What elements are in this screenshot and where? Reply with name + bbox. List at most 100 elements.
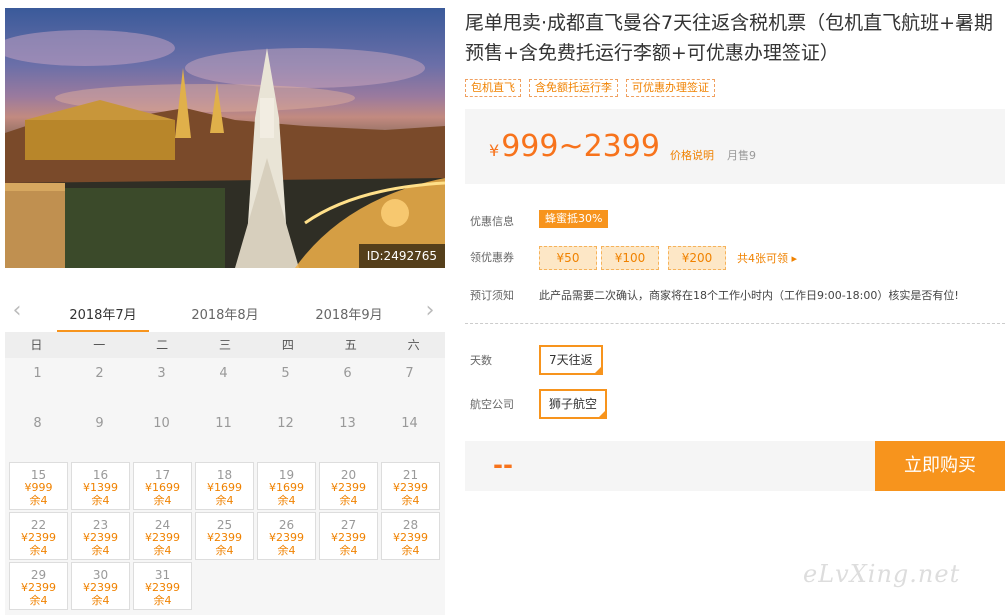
day-number: 30: [92, 568, 109, 582]
calendar-day: 7: [381, 358, 438, 404]
day-price: ¥2399: [21, 581, 56, 594]
calendar-day-available[interactable]: 22 ¥2399 余4: [9, 512, 68, 560]
calendar-day-available[interactable]: 28 ¥2399 余4: [381, 512, 440, 560]
days-label: 天数: [470, 354, 492, 367]
calendar-day-available[interactable]: 21 ¥2399 余4: [381, 462, 440, 510]
airline-option[interactable]: 狮子航空 ✓: [539, 389, 608, 419]
price-value: 999~2399: [501, 129, 660, 164]
days-option-label: 7天往返: [549, 353, 593, 367]
day-stock: 余4: [215, 494, 234, 507]
product-tags: 包机直飞 含免额托运行李 可优惠办理签证: [465, 79, 715, 97]
day-stock: 余4: [401, 544, 420, 557]
calendar-day: 12: [257, 408, 314, 454]
calendar-day-available[interactable]: 17 ¥1699 余4: [133, 462, 192, 510]
calendar-day-available[interactable]: 19 ¥1699 余4: [257, 462, 316, 510]
day-stock: 余4: [339, 544, 358, 557]
day-number: 5: [281, 366, 290, 381]
tab-month-2[interactable]: 2018年8月: [180, 304, 270, 323]
days-option[interactable]: 7天往返 ✓: [539, 345, 603, 375]
tab-month-3[interactable]: 2018年9月: [304, 304, 394, 323]
calendar-day: 3: [133, 358, 190, 404]
next-month-icon[interactable]: ›: [420, 300, 440, 322]
calendar-day-available[interactable]: 15 ¥999 余4: [9, 462, 68, 510]
calendar-day-available[interactable]: 16 ¥1399 余4: [71, 462, 130, 510]
day-stock: 余4: [29, 494, 48, 507]
calendar-month-nav: ‹ 2018年7月 2018年8月 2018年9月 ›: [5, 296, 445, 332]
temple-illustration: [5, 30, 445, 268]
notice-label: 预订须知: [470, 289, 514, 302]
day-price: ¥2399: [21, 531, 56, 544]
weekday-header: 日 一 二 三 四 五 六: [5, 332, 445, 358]
day-stock: 余4: [153, 594, 172, 607]
calendar-day: 13: [319, 408, 376, 454]
day-price: ¥2399: [145, 581, 180, 594]
calendar-day-available[interactable]: 26 ¥2399 余4: [257, 512, 316, 560]
buy-now-button[interactable]: 立即购买: [875, 441, 1005, 491]
day-stock: 余4: [29, 594, 48, 607]
calendar-day-available[interactable]: 25 ¥2399 余4: [195, 512, 254, 560]
price-explanation-link[interactable]: 价格说明: [670, 147, 714, 163]
weekday-label: 三: [219, 338, 232, 352]
check-icon: ✓: [599, 402, 607, 411]
tag-chip: 含免额托运行李: [529, 79, 618, 97]
weekday-label: 二: [156, 338, 169, 352]
day-number: 31: [154, 568, 171, 582]
tag-chip: 可优惠办理签证: [626, 79, 715, 97]
check-icon: ✓: [594, 358, 602, 367]
day-number: 14: [401, 416, 418, 431]
day-number: 10: [153, 416, 170, 431]
tab-month-1[interactable]: 2018年7月: [58, 304, 148, 323]
calendar-day-available[interactable]: 20 ¥2399 余4: [319, 462, 378, 510]
day-price: ¥2399: [145, 531, 180, 544]
prev-month-icon[interactable]: ‹: [7, 300, 27, 322]
day-number: 20: [340, 468, 357, 482]
weekday-label: 六: [407, 338, 420, 352]
calendar-day-available[interactable]: 31 ¥2399 余4: [133, 562, 192, 610]
coupon-100[interactable]: ¥100: [601, 246, 659, 270]
selected-price: --: [493, 451, 513, 479]
day-number: 3: [157, 366, 166, 381]
day-number: 25: [216, 518, 233, 532]
calendar-day: 8: [9, 408, 66, 454]
calendar-day-available[interactable]: 29 ¥2399 余4: [9, 562, 68, 610]
day-number: 6: [343, 366, 352, 381]
day-stock: 余4: [91, 594, 110, 607]
promo-badge: 蜂蜜抵30%: [539, 210, 609, 228]
day-stock: 余4: [401, 494, 420, 507]
day-number: 29: [30, 568, 47, 582]
day-price: ¥2399: [83, 581, 118, 594]
day-number: 4: [219, 366, 228, 381]
calendar-day-available[interactable]: 27 ¥2399 余4: [319, 512, 378, 560]
day-stock: 余4: [153, 494, 172, 507]
day-number: 18: [216, 468, 233, 482]
calendar-day-available[interactable]: 23 ¥2399 余4: [71, 512, 130, 560]
day-number: 13: [339, 416, 356, 431]
notice-text: 此产品需要二次确认，商家将在18个工作小时内（工作日9:00-18:00）核实是…: [539, 289, 959, 302]
day-number: 11: [215, 416, 232, 431]
monthly-sales: 月售9: [727, 149, 756, 162]
day-stock: 余4: [153, 544, 172, 557]
product-title: 尾单甩卖·成都直飞曼谷7天往返含税机票（包机直飞航班+暑期预售+含免费托运行李额…: [465, 12, 994, 64]
coupon-more-link[interactable]: 共4张可领 ▸: [737, 250, 797, 266]
day-price: ¥2399: [83, 531, 118, 544]
day-number: 15: [30, 468, 47, 482]
price-box: ¥999~2399 价格说明 月售9: [465, 109, 1005, 184]
day-number: 2: [95, 366, 104, 381]
day-number: 27: [340, 518, 357, 532]
day-number: 22: [30, 518, 47, 532]
weekday-label: 日: [30, 338, 43, 352]
calendar-grid: 1 2 3 4 5 6 7 8 9 10 11 12 13 14 15 ¥999 余4 16 ¥1399 余4 17 ¥1…: [5, 358, 445, 615]
coupon-50[interactable]: ¥50: [539, 246, 597, 270]
calendar-day: 6: [319, 358, 376, 404]
day-stock: 余4: [91, 544, 110, 557]
day-number: 1: [33, 366, 42, 381]
day-price: ¥1699: [269, 481, 304, 494]
day-number: 26: [278, 518, 295, 532]
calendar-day-available[interactable]: 18 ¥1699 余4: [195, 462, 254, 510]
calendar-day-available[interactable]: 30 ¥2399 余4: [71, 562, 130, 610]
coupon-200[interactable]: ¥200: [668, 246, 726, 270]
calendar-day: 14: [381, 408, 438, 454]
calendar-day: 5: [257, 358, 314, 404]
day-price: ¥2399: [393, 481, 428, 494]
calendar-day-available[interactable]: 24 ¥2399 余4: [133, 512, 192, 560]
